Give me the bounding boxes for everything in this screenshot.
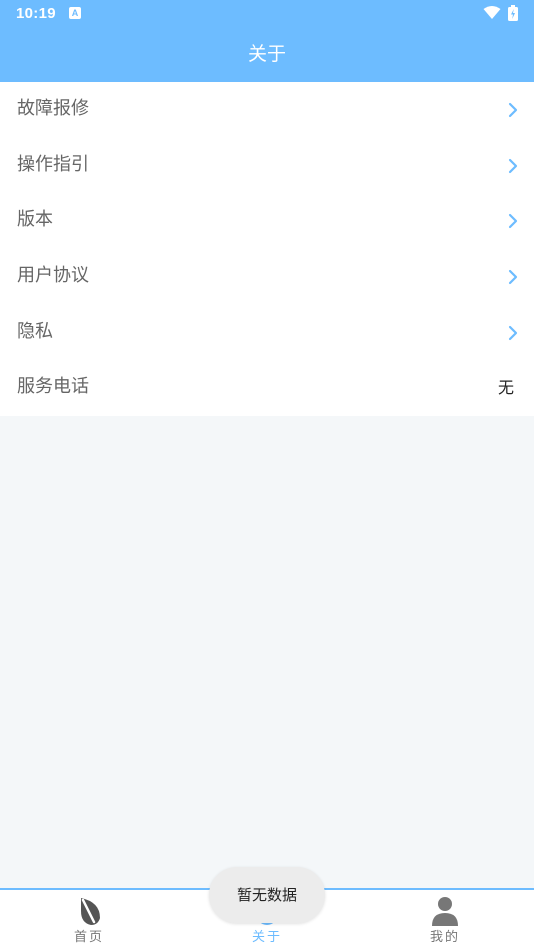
- tab-label: 关于: [251, 930, 282, 945]
- menu-item-label: 隐私: [17, 320, 53, 342]
- chevron-right-icon: [508, 102, 518, 118]
- person-icon: [432, 897, 458, 926]
- app-header: 10:19 A 关于: [0, 0, 534, 82]
- battery-icon: [508, 5, 518, 21]
- tab-label: 我的: [429, 930, 460, 945]
- status-time: 10:19: [16, 5, 56, 22]
- chevron-right-icon: [508, 325, 518, 340]
- menu-item-fault-report[interactable]: 故障报修: [0, 82, 534, 138]
- tab-home[interactable]: 首页: [0, 890, 178, 950]
- menu-item-label: 用户协议: [17, 265, 89, 287]
- menu-item-service-phone[interactable]: 服务电话 无: [0, 360, 534, 416]
- chevron-right-icon: [508, 214, 518, 229]
- menu-item-label: 版本: [17, 209, 53, 231]
- page-title: 关于: [247, 43, 286, 65]
- menu-item-label: 故障报修: [17, 98, 89, 119]
- service-phone-value: 无: [497, 378, 514, 398]
- status-bar: 10:19 A: [0, 0, 534, 28]
- chevron-right-icon: [508, 158, 518, 173]
- menu-item-guide[interactable]: 操作指引: [0, 138, 534, 194]
- menu-item-privacy[interactable]: 隐私: [0, 305, 534, 361]
- menu-item-label: 操作指引: [17, 153, 89, 175]
- menu-item-version[interactable]: 版本: [0, 193, 534, 249]
- wifi-icon: [483, 6, 501, 19]
- tab-label: 首页: [73, 930, 104, 945]
- notification-icon: A: [69, 7, 81, 19]
- leaf-icon: [81, 898, 100, 925]
- empty-data-toast: 暂无数据: [209, 867, 325, 923]
- chevron-right-icon: [508, 269, 518, 285]
- menu-item-label: 服务电话: [17, 376, 89, 398]
- menu-item-user-agreement[interactable]: 用户协议: [0, 249, 534, 305]
- about-menu: 故障报修 操作指引 版本 用户协议 隐私 服务电话 无: [0, 82, 534, 416]
- tab-mine[interactable]: 我的: [356, 890, 534, 950]
